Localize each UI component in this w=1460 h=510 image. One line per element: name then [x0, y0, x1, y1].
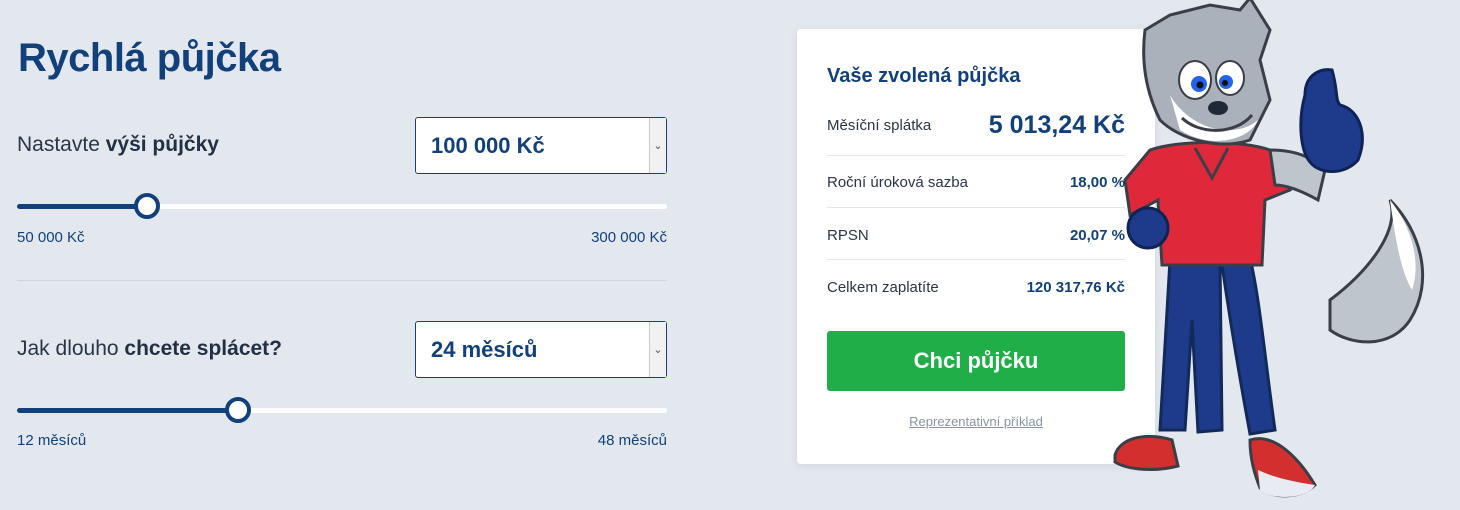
- term-label-prefix: Jak dlouho: [17, 337, 125, 360]
- total-label: Celkem zaplatíte: [827, 279, 939, 296]
- amount-slider-thumb[interactable]: [134, 193, 160, 219]
- term-slider[interactable]: [17, 397, 667, 423]
- term-select[interactable]: 24 měsíců ⌄: [415, 321, 667, 378]
- section-divider: [17, 280, 667, 281]
- row-divider: [827, 259, 1125, 260]
- interest-rate-row: Roční úroková sazba 18,00 %: [827, 174, 1125, 191]
- monthly-payment-row: Měsíční splátka 5 013,24 Kč: [827, 111, 1125, 140]
- chevron-down-icon[interactable]: ⌄: [649, 322, 666, 377]
- amount-select[interactable]: 100 000 Kč ⌄: [415, 117, 667, 174]
- amount-select-value: 100 000 Kč: [431, 133, 545, 158]
- amount-label-prefix: Nastavte: [17, 133, 106, 156]
- wolf-mascot-illustration: [1113, 0, 1425, 498]
- term-max-label: 48 měsíců: [597, 432, 667, 449]
- term-slider-thumb[interactable]: [225, 397, 251, 423]
- row-divider: [827, 155, 1125, 156]
- amount-slider[interactable]: [17, 193, 667, 219]
- term-select-value: 24 měsíců: [431, 337, 538, 362]
- amount-label: Nastavte výši půjčky: [17, 133, 219, 157]
- amount-slider-fill: [17, 204, 147, 209]
- amount-label-bold: výši půjčky: [105, 133, 219, 156]
- term-min-label: 12 měsíců: [17, 432, 87, 449]
- rpsn-label: RPSN: [827, 227, 869, 244]
- get-loan-button[interactable]: Chci půjčku: [827, 331, 1125, 391]
- term-label: Jak dlouho chcete splácet?: [17, 337, 282, 361]
- amount-min-label: 50 000 Kč: [17, 229, 85, 246]
- interest-rate-label: Roční úroková sazba: [827, 174, 968, 191]
- rpsn-row: RPSN 20,07 %: [827, 227, 1125, 244]
- total-row: Celkem zaplatíte 120 317,76 Kč: [827, 279, 1125, 296]
- summary-title: Vaše zvolená půjčka: [827, 65, 1021, 87]
- row-divider: [827, 207, 1125, 208]
- page-title: Rychlá půjčka: [18, 36, 281, 80]
- amount-max-label: 300 000 Kč: [591, 229, 667, 246]
- monthly-payment-label: Měsíční splátka: [827, 117, 932, 134]
- term-label-bold: chcete splácet?: [124, 337, 282, 360]
- chevron-down-icon[interactable]: ⌄: [649, 118, 666, 173]
- term-slider-fill: [17, 408, 238, 413]
